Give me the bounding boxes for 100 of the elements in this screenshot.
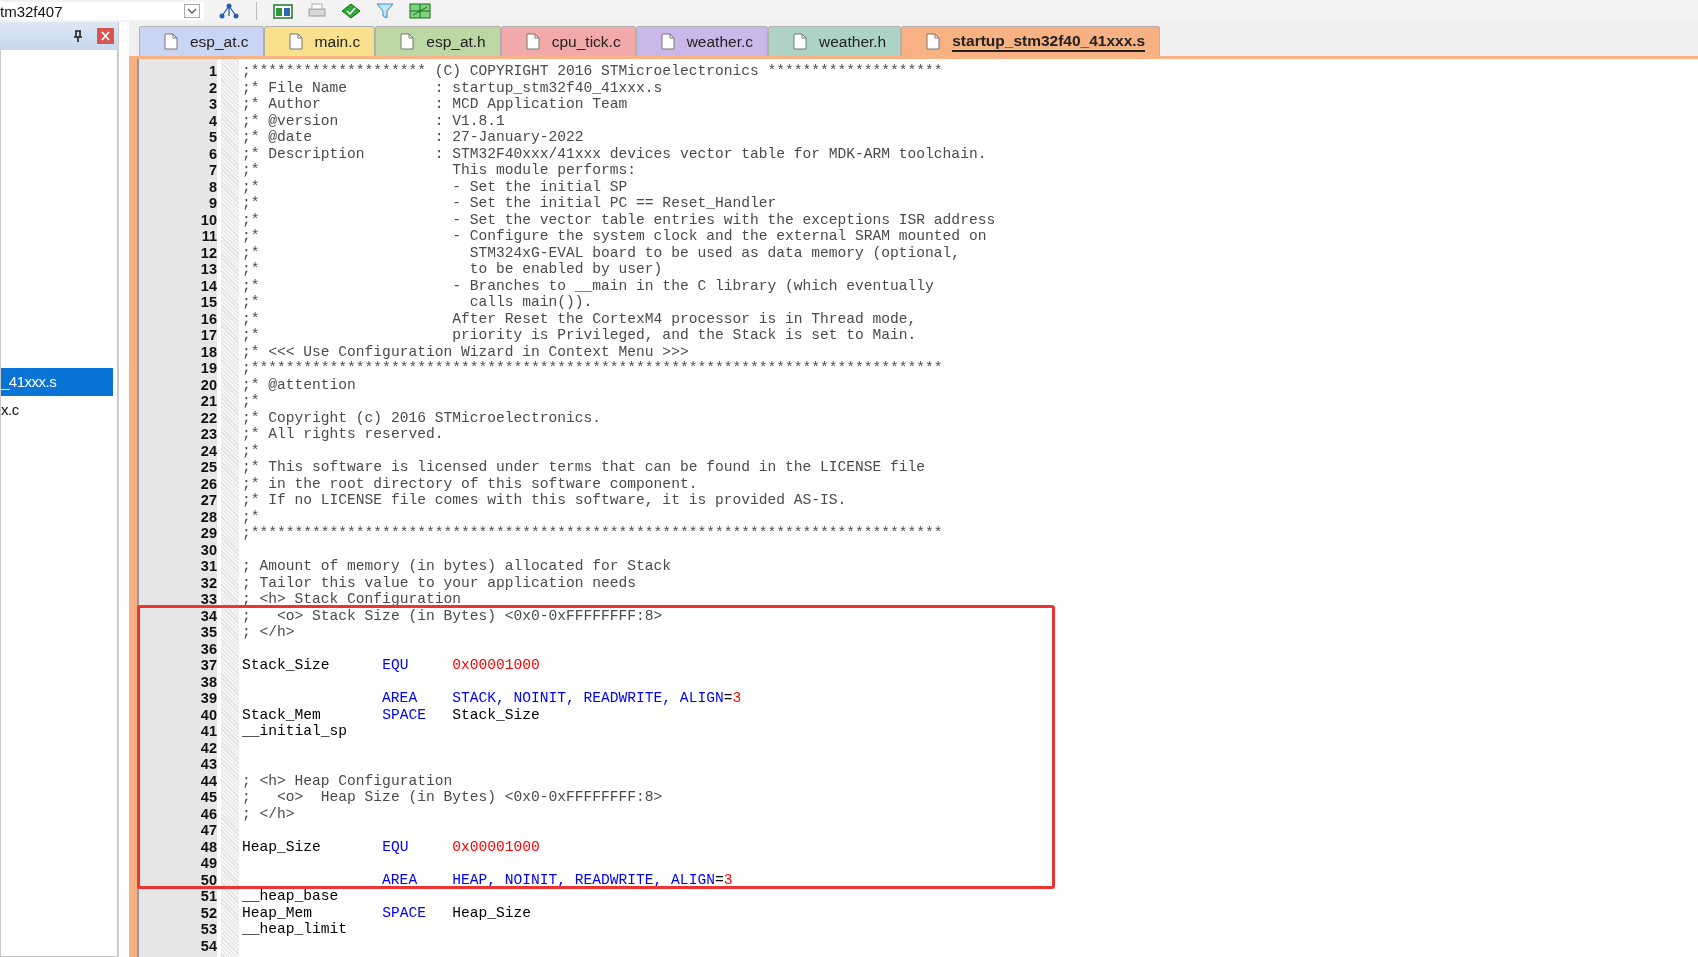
line-number: 13 [200,261,217,277]
file-item[interactable]: x.c [1,396,113,424]
line-number: 16 [200,310,217,327]
code-comment: ;* If no LICENSE file comes with this software, it is provided AS-IS. [242,492,847,508]
code-text: __heap_limit [242,921,348,937]
code-number: 3 [723,871,733,888]
file-tab[interactable]: esp_at.h [375,26,501,56]
code-comment: ; <h> Heap Configuration [242,772,453,789]
line-number: 35 [200,624,217,640]
window-icon[interactable] [273,3,293,19]
code-comment: ;* priority is Privileged, and the Stack is set to Main. [242,327,917,343]
code-comment: ;* All rights reserved. [242,426,444,442]
code-comment: ;* <<< Use Configuration Wizard in Context Menu >>> [242,343,689,360]
line-number: 54 [200,937,217,954]
line-number: 6 [208,145,217,162]
code-comment: ;* - Set the initial PC == Reset_Handler [242,195,777,211]
target-dropdown[interactable]: tm32f407 [0,2,204,20]
file-tab[interactable]: weather.c [635,26,768,56]
line-number: 41 [200,723,217,739]
line-number: 11 [201,228,217,244]
document-icon [660,33,675,50]
code-comment: ;* to be enabled by user) [242,261,663,277]
line-number: 18 [200,343,217,360]
line-number: 37 [200,657,217,673]
file-tab[interactable]: startup_stm32f40_41xxx.s [901,26,1161,56]
line-number: 21 [200,393,217,409]
code-comment: ;* in the root directory of this software component. [242,475,698,492]
line-number: 46 [200,805,217,822]
code-comment: ;* calls main()). [242,294,593,310]
file-tab[interactable]: weather.h [768,26,902,56]
line-number: 24 [200,442,217,459]
line-number: 23 [200,426,217,442]
code-text: = [723,690,733,706]
code-comment: ; <o> Heap Size (in Bytes) <0x0-0xFFFFFFFF:8> [242,789,663,805]
code-comment: ;* [242,508,260,525]
line-number: 8 [208,178,217,195]
close-icon[interactable] [97,28,114,44]
file-tab[interactable]: main.c [263,26,376,56]
code-comment: ;* Copyright (c) 2016 STMicroelectronics. [242,409,602,426]
code-comment: ;* [242,442,260,459]
network-icon[interactable] [218,3,240,19]
code-comment: ;* [242,393,260,409]
code-comment: ; </h> [242,805,295,822]
document-icon [793,33,807,50]
code-comment: ; </h> [242,624,295,640]
line-number: 1 [208,63,217,79]
line-number: 14 [200,277,217,294]
code-comment: ;******************************************************************************* [242,360,943,376]
line-number: 29 [200,525,217,541]
document-icon [164,33,178,50]
line-number: 33 [200,591,217,607]
code-text: __initial_sp [242,723,348,739]
code-keyword: AREA STACK, NOINIT, READWRITE, ALIGN [382,690,724,706]
line-number: 40 [200,706,217,723]
code-comment: ; Amount of memory (in bytes) allocated for Stack [242,558,672,574]
file-tab[interactable]: esp_at.c [139,26,264,56]
document-icon [400,33,415,50]
code-comment: ;* This software is licensed under terms that can be found in the LICENSE file [242,459,926,475]
code-comment: ; <o> Stack Size (in Bytes) <0x0-0xFFFFFFFF:8> [242,607,663,624]
code-comment: ;* File Name : startup_stm32f40_41xxx.s [242,79,663,96]
line-number: 17 [200,327,217,343]
code-text: Heap_Mem [242,904,314,921]
code-comment: ;* @version : V1.8.1 [242,112,505,129]
grid-icon[interactable] [409,3,431,19]
line-number: 44 [200,772,217,789]
code-comment: ; <h> Stack Configuration [242,591,461,607]
code-keyword: EQU [382,838,410,855]
pin-icon[interactable] [73,30,83,42]
line-number: 39 [200,690,217,706]
code-comment: ;* - Branches to __main in the C library (which eventually [242,277,934,294]
line-number: 51 [200,888,217,904]
line-number: 28 [200,508,217,525]
line-number: 20 [200,376,217,393]
code-comment: ;******************** (C) COPYRIGHT 2016 STMicroelectronics ******************** [242,63,943,79]
line-number: 31 [200,558,217,574]
file-item[interactable]: _41xxx.s [1,368,113,396]
code-text: Stack_Size [242,657,331,673]
line-number: 50 [200,871,217,888]
line-number: 10 [200,211,217,228]
line-number: 53 [200,921,217,937]
code-text: = [714,871,724,888]
code-text: Heap_Size [242,838,322,855]
code-comment: ;* Description : STM32F40xxx/41xxx devices vector table for MDK-ARM toolchain. [242,145,987,162]
code-comment: ; Tailor this value to your application needs [242,574,637,591]
funnel-icon[interactable] [375,3,395,19]
file-tab[interactable]: cpu_tick.c [500,26,636,56]
code-text: Heap_Size [452,904,531,921]
line-number: 48 [200,838,217,855]
diamond-icon[interactable] [341,3,361,19]
line-number: 42 [200,739,217,756]
line-number: 32 [200,574,217,591]
code-comment: ;* STM324xG-EVAL board to be used as data memory (optional, [242,244,961,261]
line-number: 19 [200,360,217,376]
code-number: 0x00001000 [452,838,540,855]
line-number: 25 [200,459,217,475]
code-text: Stack_Mem [242,706,322,723]
code-comment: ;* After Reset the CortexM4 processor is in Thread mode, [242,310,917,327]
code-keyword: SPACE [382,706,427,723]
caret-icon [184,4,200,18]
code-keyword: EQU [382,657,410,673]
